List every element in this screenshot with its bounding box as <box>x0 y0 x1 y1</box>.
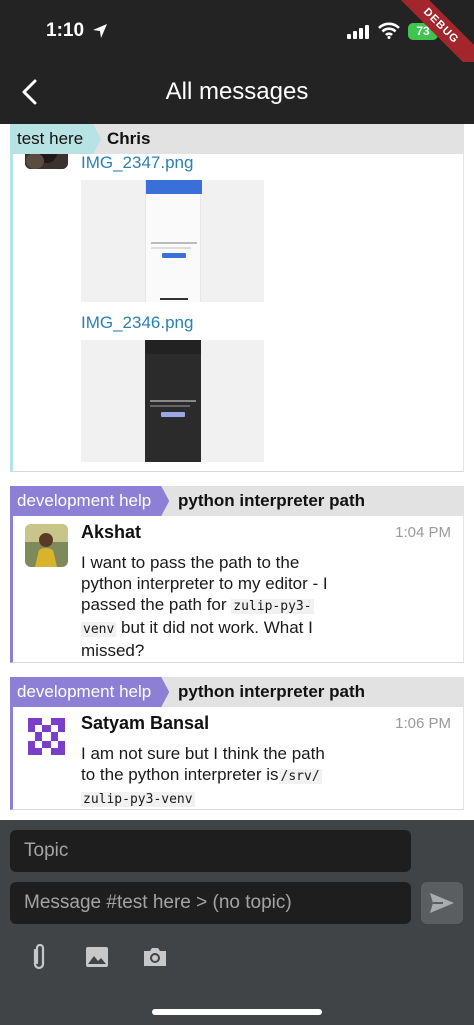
message-text-line: I am not sure but I think the path <box>81 744 325 763</box>
wifi-icon <box>378 22 400 39</box>
stream-tag[interactable]: development help <box>10 486 169 516</box>
send-button[interactable] <box>421 882 463 924</box>
stream-tag[interactable]: test here <box>10 124 101 154</box>
avatar <box>25 715 68 758</box>
topic-label[interactable]: python interpreter path <box>178 486 365 516</box>
location-arrow-icon <box>93 24 107 38</box>
inline-code: zulip-py3- <box>231 599 314 614</box>
message-text-line: to the python interpreter is/srv/ <box>81 764 381 787</box>
message-text-line: venv but it did not work. What I <box>81 617 381 640</box>
image-link[interactable]: IMG_2347.png <box>81 153 193 173</box>
avatar <box>25 524 68 567</box>
topic-label[interactable]: python interpreter path <box>178 677 365 707</box>
home-indicator <box>152 1009 322 1015</box>
signal-icon <box>347 25 369 39</box>
app-header: All messages <box>0 62 474 124</box>
status-time: 1:10 <box>46 20 85 41</box>
page-title: All messages <box>165 78 309 105</box>
recipient-header[interactable]: test here Chris <box>10 124 464 154</box>
paperclip-icon <box>33 943 45 970</box>
message-list[interactable]: IMG_2347.png IMG_2346.png test here Chri… <box>0 124 474 820</box>
status-bar: 1:10 73 DEBUG <box>0 0 474 80</box>
message-block-chris: IMG_2347.png IMG_2346.png <box>10 145 464 472</box>
message-text: to the python interpreter is <box>81 765 279 784</box>
message-text: but it did not work. What I <box>116 618 313 637</box>
image-thumbnail[interactable] <box>81 180 264 302</box>
take-photo-button[interactable] <box>138 940 172 974</box>
message-text-line: passed the path for zulip-py3- <box>81 594 381 617</box>
message-text-line: python interpreter to my editor - I <box>81 574 328 593</box>
message-text-line: I want to pass the path to the <box>81 553 300 572</box>
sender-name[interactable]: Akshat <box>81 522 141 543</box>
recipient-header[interactable]: development help python interpreter path <box>10 486 464 516</box>
message-input[interactable] <box>10 882 411 924</box>
compose-box <box>0 820 474 1025</box>
stream-tag[interactable]: development help <box>10 677 169 707</box>
message-text-line: missed? <box>81 641 145 660</box>
message-text-line: zulip-py3-venv <box>81 787 381 810</box>
message-content: I want to pass the path to the python in… <box>81 552 381 661</box>
send-icon <box>430 893 454 913</box>
topic-label[interactable]: Chris <box>107 124 150 154</box>
message-text: passed the path for <box>81 595 227 614</box>
message-block-akshat: Akshat 1:04 PM I want to pass the path t… <box>10 516 464 663</box>
recipient-header[interactable]: development help python interpreter path <box>10 677 464 707</box>
attach-image-button[interactable] <box>80 940 114 974</box>
topic-input[interactable] <box>10 830 411 872</box>
avatar-photo-icon <box>25 524 68 567</box>
image-link[interactable]: IMG_2346.png <box>81 313 193 333</box>
camera-icon <box>144 948 166 966</box>
attach-file-button[interactable] <box>22 940 56 974</box>
message-time: 1:04 PM <box>395 524 451 541</box>
identicon-avatar-icon <box>25 715 68 758</box>
inline-code: venv <box>81 622 117 637</box>
sender-name[interactable]: Satyam Bansal <box>81 713 209 734</box>
message-block-satyam: Satyam Bansal 1:06 PM I am not sure but … <box>10 707 464 810</box>
inline-code: /srv/ <box>278 769 322 784</box>
image-thumbnail[interactable] <box>81 340 264 462</box>
message-content: I am not sure but I think the path to th… <box>81 743 381 810</box>
inline-code: zulip-py3-venv <box>81 792 195 807</box>
image-icon <box>86 947 108 967</box>
message-time: 1:06 PM <box>395 715 451 732</box>
